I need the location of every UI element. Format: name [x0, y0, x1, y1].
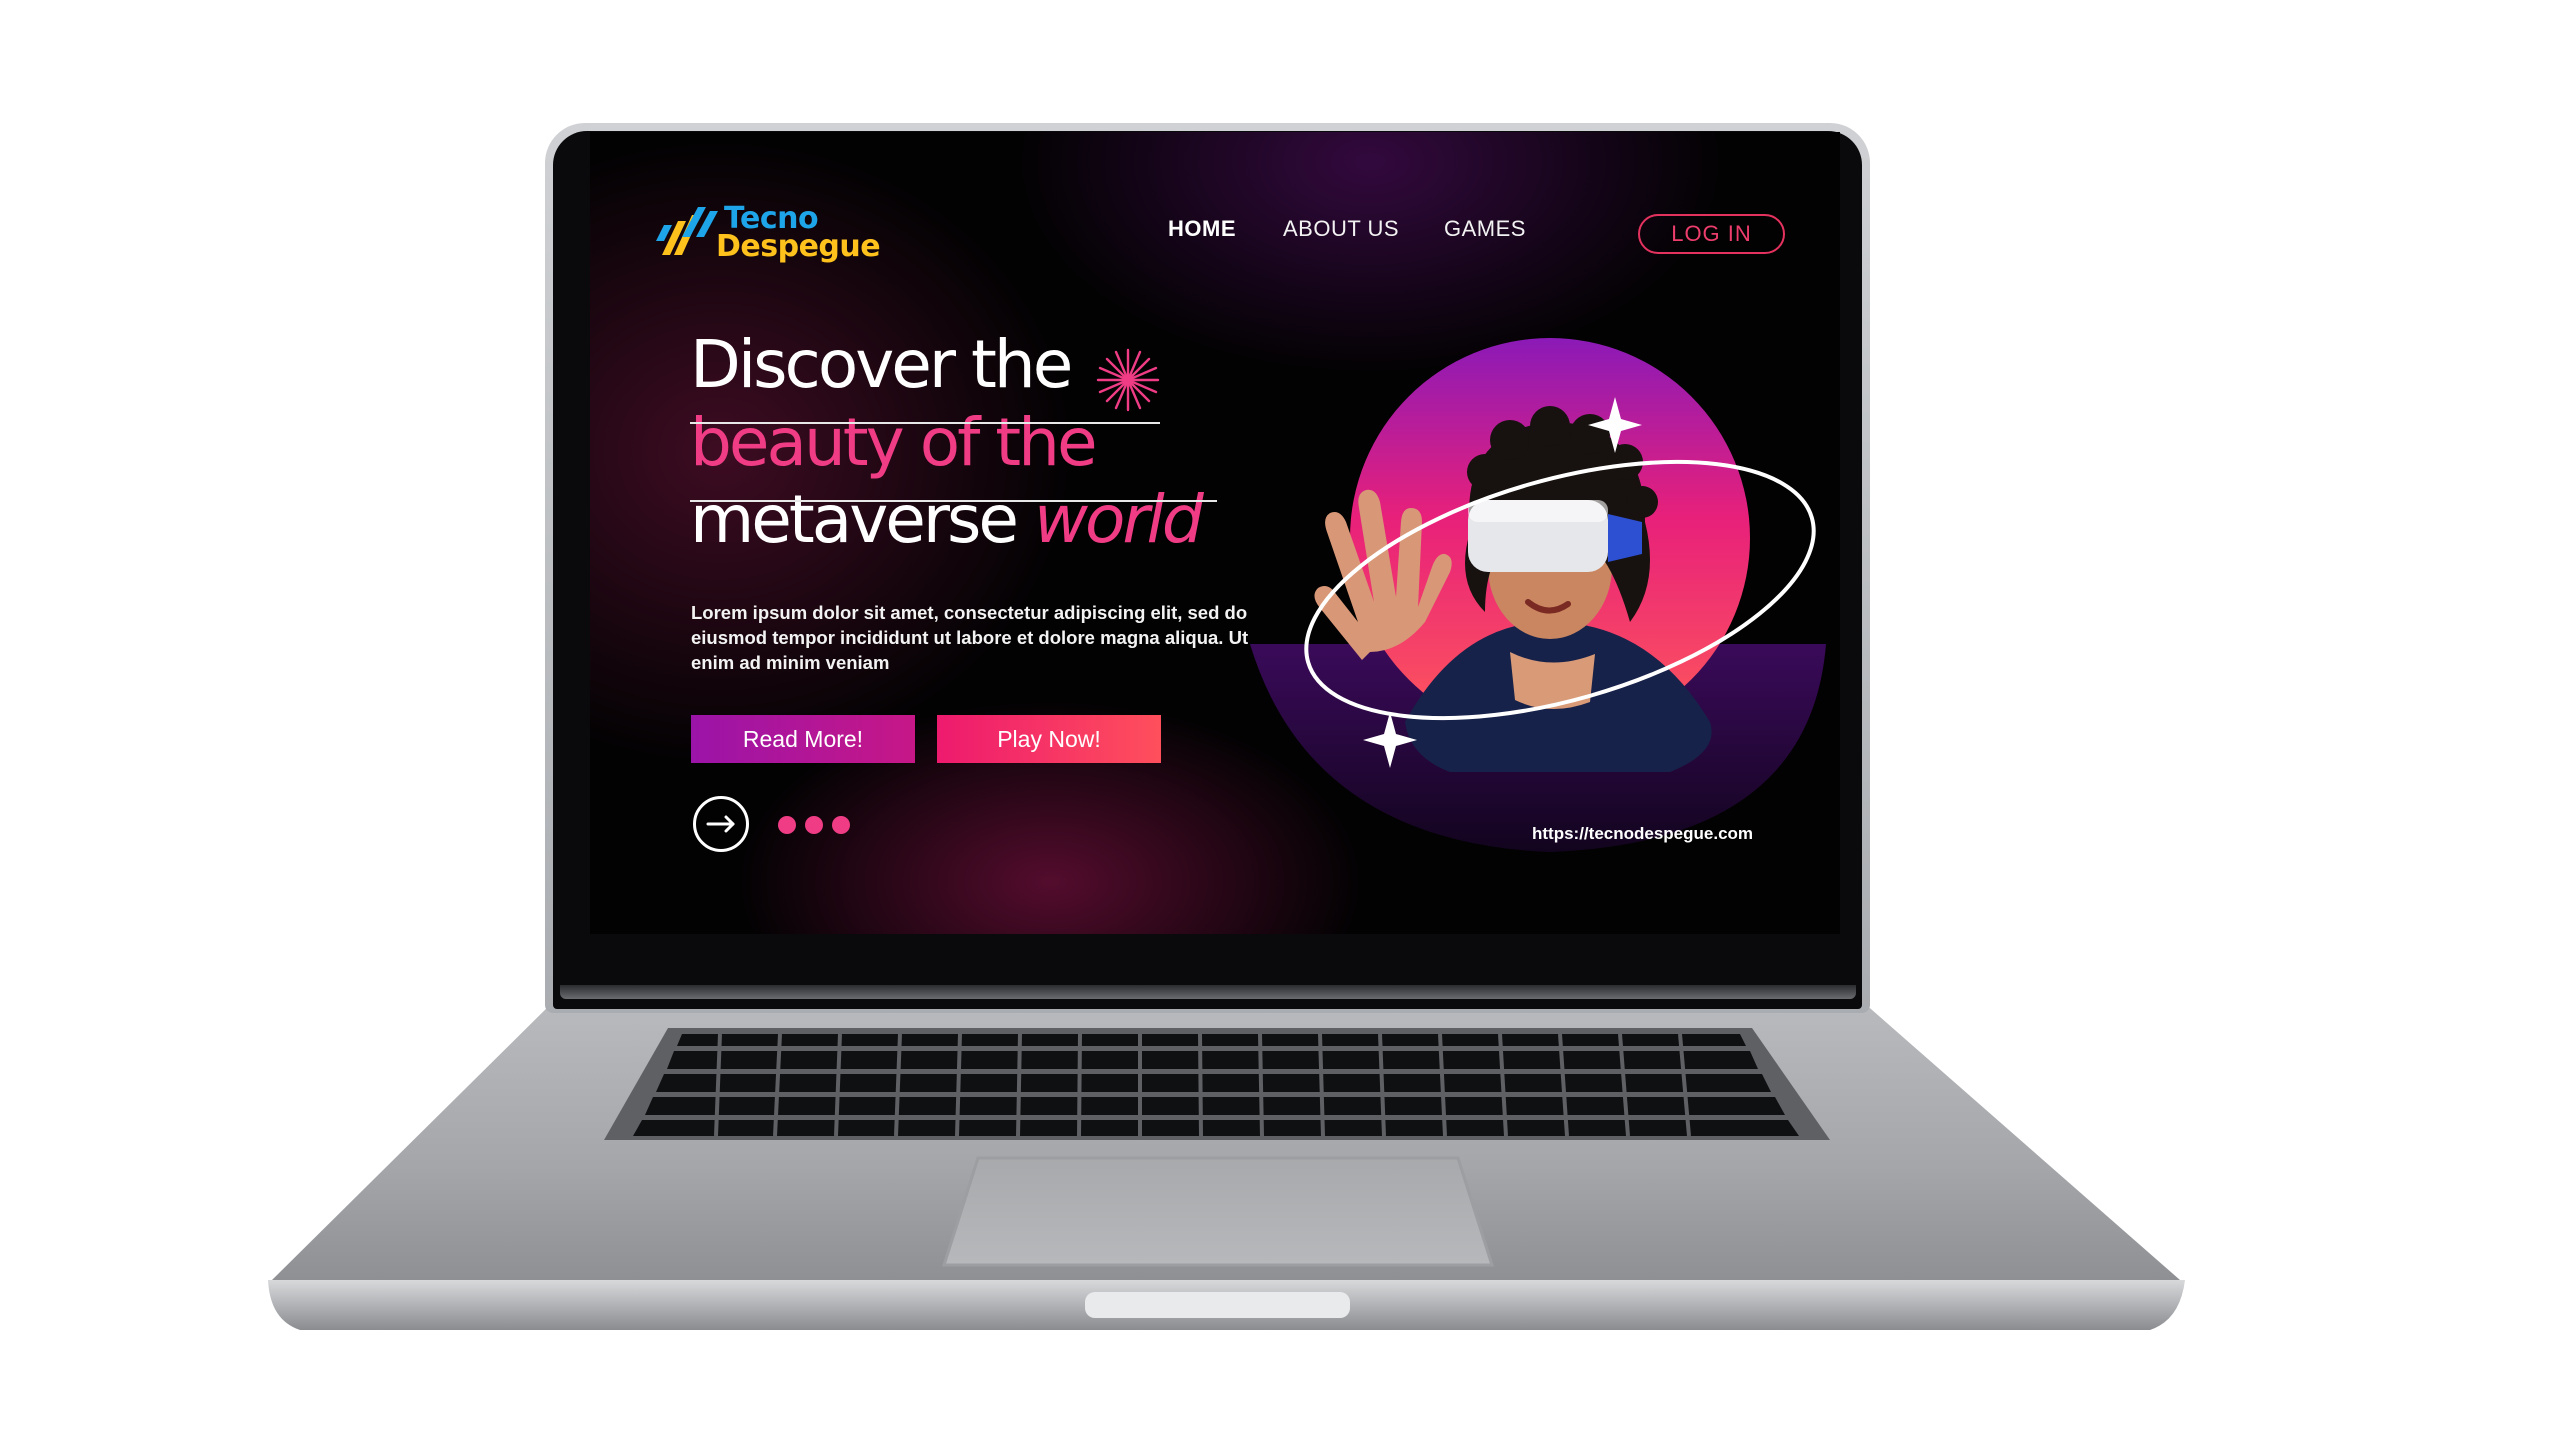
sparkle-icon: [1096, 348, 1160, 412]
headline-line-2: beauty of the: [690, 404, 1098, 481]
website-screen: Tecno Despegue HOME ABOUT US GAMES LOG I…: [590, 132, 1840, 934]
headline-line-3: metaverse world: [690, 487, 1204, 553]
headline-world: world: [1034, 481, 1204, 558]
headline-divider: [690, 500, 1217, 502]
carousel-dot[interactable]: [805, 816, 823, 834]
hero-paragraph: Lorem ipsum dolor sit amet, consectetur …: [691, 602, 1249, 673]
site-logo[interactable]: Tecno Despegue: [656, 197, 881, 267]
arrow-right-icon: [706, 815, 735, 833]
headline-divider: [690, 422, 1160, 424]
play-now-button[interactable]: Play Now!: [937, 715, 1161, 763]
headline-line-1: Discover the: [690, 326, 1073, 403]
logo-text-despegue: Despegue: [716, 229, 881, 264]
nav-home[interactable]: HOME: [1168, 216, 1236, 242]
nav-games[interactable]: GAMES: [1444, 216, 1526, 242]
carousel-dot[interactable]: [832, 816, 850, 834]
nav-about-us[interactable]: ABOUT US: [1283, 216, 1399, 242]
vr-hero-illustration: [1250, 338, 1826, 852]
lines-logo-icon: [656, 207, 718, 255]
laptop-hinge: [560, 985, 1856, 999]
headline-metaverse: metaverse: [690, 481, 1019, 558]
read-more-button[interactable]: Read More!: [691, 715, 915, 763]
login-button[interactable]: LOG IN: [1638, 214, 1785, 254]
carousel-dots: [778, 816, 850, 834]
carousel-dot[interactable]: [778, 816, 796, 834]
laptop-mockup: Tecno Despegue HOME ABOUT US GAMES LOG I…: [0, 0, 2560, 1440]
arrow-right-circle-icon[interactable]: [693, 796, 749, 852]
site-url[interactable]: https://tecnodespegue.com: [1532, 824, 1753, 844]
